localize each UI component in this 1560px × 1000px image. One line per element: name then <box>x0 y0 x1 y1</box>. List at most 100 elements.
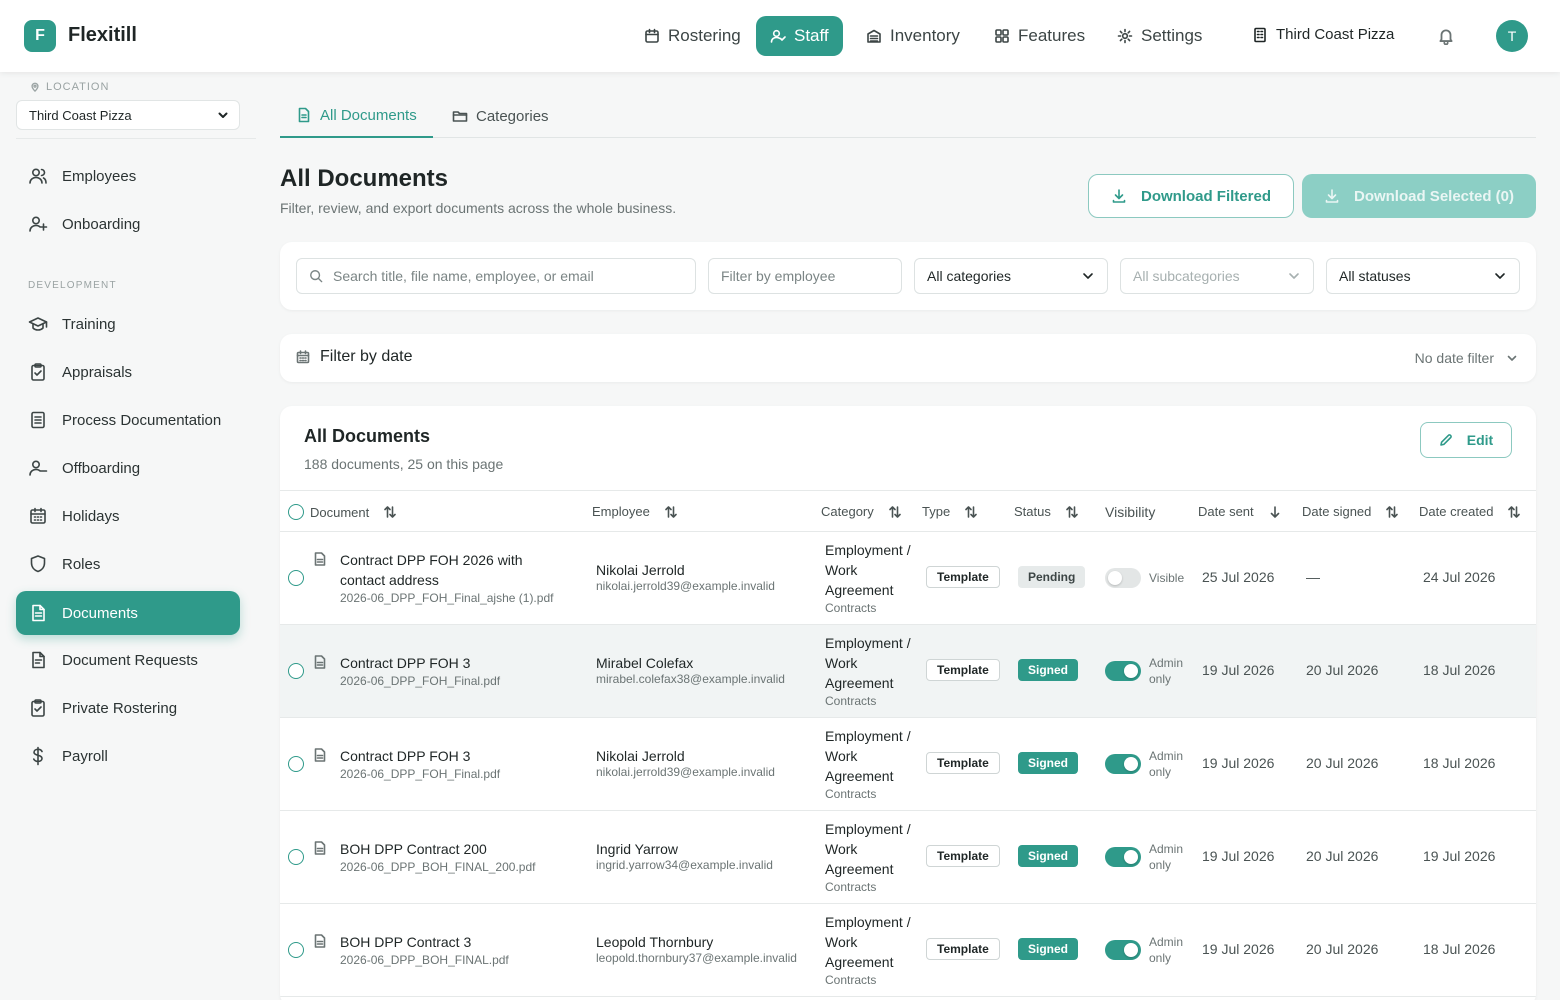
sidebar-item-employees[interactable]: Employees <box>16 154 240 198</box>
column-type[interactable]: Type <box>922 504 978 519</box>
sidebar-item-appraisals[interactable]: Appraisals <box>16 350 240 394</box>
employee-cell: Mirabel Colefax mirabel.colefax38@exampl… <box>596 654 785 686</box>
date-created: 19 Jul 2026 <box>1423 848 1496 864</box>
date-sent: 19 Jul 2026 <box>1202 941 1275 957</box>
document-cell: Contract DPP FOH 3 2026-06_DPP_FOH_Final… <box>340 653 560 688</box>
tab-all-documents[interactable]: All Documents <box>280 94 433 138</box>
sidebar-item-process-documentation[interactable]: Process Documentation <box>16 398 240 442</box>
document-title[interactable]: Contract DPP FOH 2026 with contact addre… <box>340 550 560 590</box>
visibility-toggle[interactable] <box>1105 754 1141 774</box>
nav-rostering[interactable]: Rostering <box>630 16 755 56</box>
type-cell: Template <box>926 659 1000 681</box>
table-row[interactable]: Contract DPP FOH 3 2026-06_DPP_FOH_Final… <box>280 625 1536 718</box>
edit-button[interactable]: Edit <box>1420 422 1512 458</box>
employee-filter-input[interactable]: Filter by employee <box>708 258 902 294</box>
app-name[interactable]: Flexitill <box>68 24 137 47</box>
sidebar-item-offboarding[interactable]: Offboarding <box>16 446 240 490</box>
status-select[interactable]: All statuses <box>1326 258 1520 294</box>
sidebar-item-documents[interactable]: Documents <box>16 591 240 635</box>
date-created: 18 Jul 2026 <box>1423 941 1496 957</box>
employee-email: mirabel.colefax38@example.invalid <box>596 672 785 686</box>
table-row[interactable]: Contract DPP FOH 3 2026-06_DPP_FOH_Final… <box>280 718 1536 811</box>
row-checkbox[interactable] <box>288 849 304 865</box>
nav-features[interactable]: Features <box>980 16 1099 56</box>
sidebar-item-payroll[interactable]: Payroll <box>16 734 240 778</box>
row-checkbox[interactable] <box>288 756 304 772</box>
sidebar-item-label: Private Rostering <box>62 699 178 717</box>
table-row[interactable]: BOH DPP Contract 3 2026-06_DPP_BOH_FINAL… <box>280 904 1536 997</box>
document-tabs: All Documents Categories <box>280 94 1536 138</box>
date-created: 18 Jul 2026 <box>1423 755 1496 771</box>
sidebar-item-document-requests[interactable]: Document Requests <box>16 638 240 682</box>
organization-switcher[interactable]: Third Coast Pizza <box>1252 26 1394 43</box>
page-title: All Documents <box>280 165 449 192</box>
sidebar-item-label: Payroll <box>62 747 108 765</box>
sidebar-item-onboarding[interactable]: Onboarding <box>16 202 240 246</box>
type-badge: Template <box>926 938 1000 960</box>
row-checkbox[interactable] <box>288 663 304 679</box>
column-status[interactable]: Status <box>1014 504 1079 519</box>
table-title: All Documents <box>304 426 431 446</box>
user-avatar[interactable]: T <box>1496 20 1528 52</box>
column-label: Date signed <box>1302 504 1372 519</box>
document-title[interactable]: Contract DPP FOH 3 <box>340 653 560 673</box>
column-employee[interactable]: Employee <box>592 504 678 519</box>
table-row[interactable]: Contract DPP FOH 2026 with contact addre… <box>280 532 1536 625</box>
sidebar-item-training[interactable]: Training <box>16 302 240 346</box>
search-input[interactable]: Search title, file name, employee, or em… <box>296 258 696 294</box>
document-cell: Contract DPP FOH 3 2026-06_DPP_FOH_Final… <box>340 746 560 781</box>
select-all-checkbox[interactable] <box>288 504 304 520</box>
row-checkbox[interactable] <box>288 570 304 586</box>
document-title[interactable]: BOH DPP Contract 3 <box>340 932 560 952</box>
sidebar-item-label: Document Requests <box>62 651 198 669</box>
document-title[interactable]: Contract DPP FOH 3 <box>340 746 560 766</box>
document-title[interactable]: BOH DPP Contract 200 <box>340 839 560 859</box>
sidebar-item-label: Onboarding <box>62 215 141 233</box>
folder-icon <box>452 111 468 122</box>
download-filtered-button[interactable]: Download Filtered <box>1088 174 1294 218</box>
bell-icon[interactable] <box>1437 27 1455 45</box>
sidebar-section-development: DEVELOPMENT <box>28 280 117 291</box>
column-document[interactable]: Document <box>288 504 397 520</box>
visibility-toggle[interactable] <box>1105 568 1141 588</box>
chevron-down-icon <box>1495 273 1505 279</box>
visibility-toggle[interactable] <box>1105 847 1141 867</box>
visibility-toggle[interactable] <box>1105 940 1141 960</box>
grid-icon <box>995 29 1009 43</box>
column-date-sent[interactable]: Date sent <box>1198 504 1282 519</box>
location-select[interactable]: Third Coast Pizza <box>16 100 240 130</box>
page-subtitle: Filter, review, and export documents acr… <box>280 200 677 216</box>
sidebar-item-holidays[interactable]: Holidays <box>16 494 240 538</box>
visibility-toggle[interactable] <box>1105 661 1141 681</box>
document-filename: 2026-06_DPP_FOH_Final.pdf <box>340 767 501 781</box>
visibility-label: Admin only <box>1149 842 1184 872</box>
download-selected-button[interactable]: Download Selected (0) <box>1302 174 1536 218</box>
nav-staff[interactable]: Staff <box>756 16 843 56</box>
nav-inventory[interactable]: Inventory <box>852 16 974 56</box>
category-select[interactable]: All categories <box>914 258 1108 294</box>
date-filter-toggle[interactable]: No date filter <box>1415 350 1518 366</box>
sidebar-item-roles[interactable]: Roles <box>16 542 240 586</box>
subcategory-name: Contracts <box>825 694 877 708</box>
subcategory-select[interactable]: All subcategories <box>1120 258 1314 294</box>
tab-categories[interactable]: Categories <box>436 94 565 138</box>
column-date-created[interactable]: Date created <box>1419 504 1521 519</box>
nav-settings[interactable]: Settings <box>1103 16 1216 56</box>
column-label: Status <box>1014 504 1051 519</box>
date-filter-panel[interactable]: Filter by date No date filter <box>280 334 1536 382</box>
sort-icon <box>665 505 677 518</box>
date-filter-label: Filter by date <box>296 348 412 366</box>
table-row[interactable]: BOH DPP Contract 200 2026-06_DPP_BOH_FIN… <box>280 811 1536 904</box>
column-date-signed[interactable]: Date signed <box>1302 504 1399 519</box>
app-logo[interactable]: F <box>24 20 56 52</box>
column-category[interactable]: Category <box>821 504 902 519</box>
edit-button-label: Edit <box>1466 432 1494 448</box>
sidebar-item-private-rostering[interactable]: Private Rostering <box>16 686 240 730</box>
employee-email: ingrid.yarrow34@example.invalid <box>596 858 773 872</box>
visibility-label: Admin only <box>1149 935 1184 965</box>
sidebar-item-label: Process Documentation <box>62 411 222 429</box>
row-checkbox[interactable] <box>288 942 304 958</box>
download-selected-label: Download Selected (0) <box>1353 187 1515 205</box>
toggle-knob <box>1108 571 1122 585</box>
column-label: Document <box>310 504 370 520</box>
